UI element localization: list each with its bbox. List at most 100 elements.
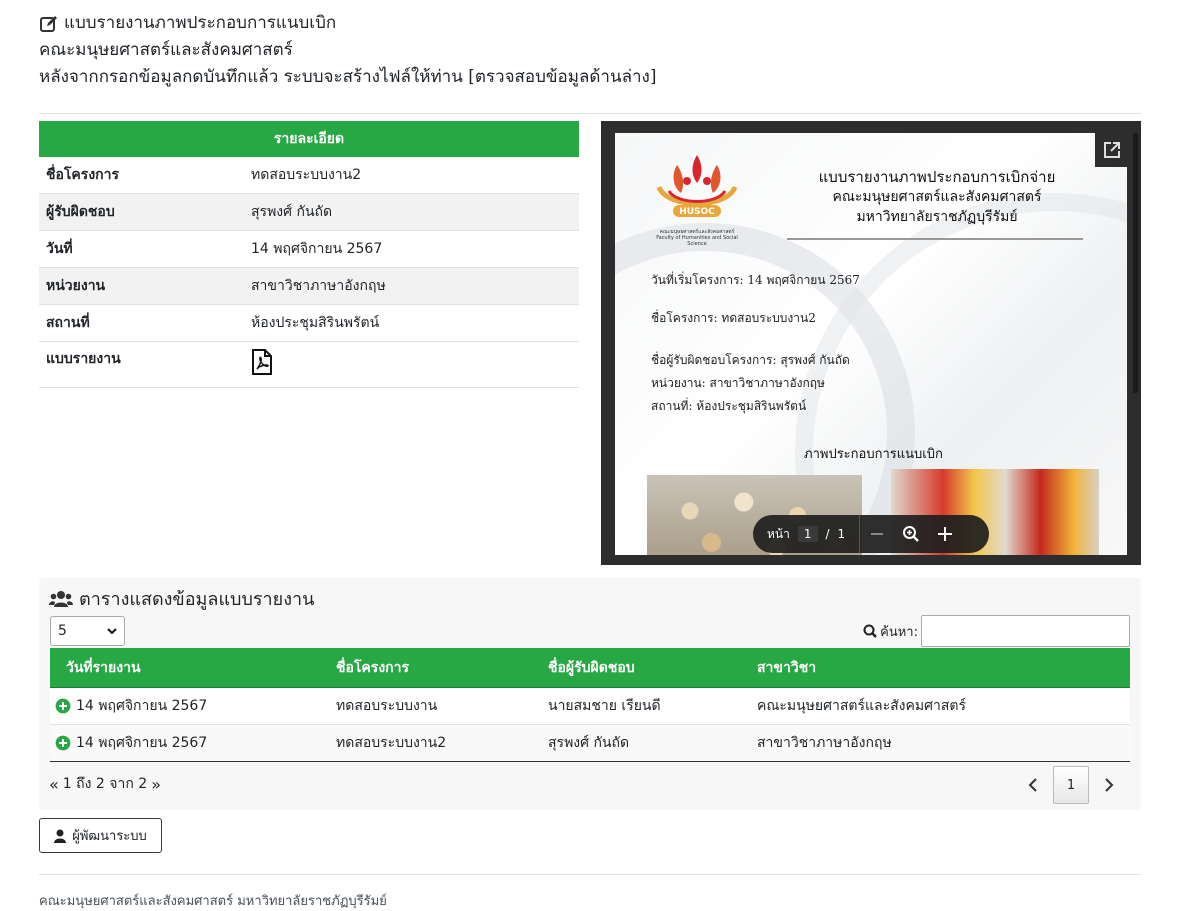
page-indicator: หน้า 1 / 1 bbox=[753, 525, 845, 544]
table-cell-project: ทดสอบระบบงาน2 bbox=[336, 735, 447, 751]
details-heading: รายละเอียด bbox=[39, 121, 579, 157]
users-icon bbox=[49, 590, 73, 607]
report-table-title-text: ตารางแสดงข้อมูลแบบรายงาน bbox=[79, 589, 315, 610]
report-table: วันที่รายงาน ชื่อโครงการ ชื่อผู้รับผิดชอ… bbox=[50, 648, 1130, 762]
table-cell-text: 14 พฤศจิกายน 2567 bbox=[76, 735, 208, 751]
details-label: สถานที่ bbox=[46, 315, 90, 331]
double-chevron-right-icon: » bbox=[151, 774, 161, 794]
divider bbox=[39, 113, 1141, 114]
details-label: วันที่ bbox=[46, 241, 73, 257]
column-header-department[interactable]: สาขาวิชา bbox=[757, 657, 1130, 679]
details-label: หน่วยงาน bbox=[46, 278, 106, 294]
viewer-toolbar: หน้า 1 / 1 bbox=[753, 515, 989, 553]
open-external-icon bbox=[1104, 142, 1120, 158]
table-info: « 1 ถึง 2 จาก 2 » bbox=[49, 773, 161, 795]
doc-title: แบบรายงานภาพประกอบการเบิกจ่าย คณะมนุษยศา… bbox=[787, 167, 1087, 227]
report-table-card: ตารางแสดงข้อมูลแบบรายงาน 5 ค้นหา: วันที่… bbox=[39, 578, 1141, 810]
plus-icon bbox=[938, 527, 953, 541]
zoom-in-button[interactable] bbox=[928, 515, 962, 553]
details-label: แบบรายงาน bbox=[46, 351, 121, 367]
page-separator: / bbox=[825, 527, 830, 541]
details-row-place: สถานที่ ห้องประชุมสิรินพรัตน์ bbox=[39, 305, 579, 342]
pdf-viewer[interactable]: HUSOC คณะมนุษยศาสตร์และสังคมศาสตร์ Facul… bbox=[601, 121, 1141, 565]
chevron-right-icon bbox=[1105, 778, 1114, 792]
table-cell-text: 14 พฤศจิกายน 2567 bbox=[76, 698, 208, 714]
zoom-icon bbox=[903, 526, 920, 542]
doc-unit: หน่วยงาน: สาขาวิชาภาษาอังกฤษ bbox=[651, 376, 825, 390]
details-value: สุรพงศ์ กันถัด bbox=[251, 204, 333, 220]
doc-place: สถานที่: ห้องประชุมสิรินพรัตน์ bbox=[651, 399, 807, 413]
pagination: 1 bbox=[1019, 766, 1123, 804]
doc-title-line: แบบรายงานภาพประกอบการเบิกจ่าย bbox=[818, 168, 1056, 186]
search-label: ค้นหา: bbox=[880, 624, 918, 640]
expand-row-icon[interactable] bbox=[54, 734, 72, 752]
doc-title-line: มหาวิทยาลัยราชภัฏบุรีรัมย์ bbox=[856, 209, 1018, 225]
table-cell-date: 14 พฤศจิกายน 2567 bbox=[50, 732, 336, 754]
zoom-out-button[interactable] bbox=[860, 515, 894, 553]
search-input[interactable] bbox=[921, 615, 1130, 647]
table-cell-project: ทดสอบระบบงาน bbox=[336, 698, 438, 714]
minus-icon bbox=[871, 533, 884, 535]
prev-page-button[interactable] bbox=[1019, 768, 1047, 802]
details-row-date: วันที่ 14 พฤศจิกายน 2567 bbox=[39, 231, 579, 268]
chevron-left-icon bbox=[1028, 778, 1037, 792]
instruction-text: หลังจากกรอกข้อมูลกดบันทึกแล้ว ระบบจะสร้า… bbox=[39, 67, 657, 87]
logo-caption: คณะมนุษยศาสตร์และสังคมศาสตร์ Faculty of … bbox=[647, 229, 747, 247]
details-label: ผู้รับผิดชอบ bbox=[46, 204, 115, 220]
details-value: สาขาวิชาภาษาอังกฤษ bbox=[251, 278, 386, 294]
pdf-page: HUSOC คณะมนุษยศาสตร์และสังคมศาสตร์ Facul… bbox=[615, 133, 1127, 555]
faculty-name: คณะมนุษยศาสตร์และสังคมศาสตร์ bbox=[39, 40, 293, 60]
page-header: แบบรายงานภาพประกอบการแนบเบิก คณะมนุษยศาส… bbox=[39, 10, 1141, 91]
details-value bbox=[251, 348, 579, 376]
table-row[interactable]: 14 พฤศจิกายน 2567 ทดสอบระบบงาน นายสมชาย … bbox=[50, 688, 1130, 725]
report-table-title: ตารางแสดงข้อมูลแบบรายงาน bbox=[49, 584, 314, 613]
details-table: รายละเอียด ชื่อโครงการ ทดสอบระบบงาน2 ผู้… bbox=[39, 121, 579, 388]
search-icon bbox=[863, 624, 878, 638]
husoc-logo-icon: HUSOC bbox=[656, 155, 738, 217]
pdf-file-icon[interactable] bbox=[251, 348, 273, 376]
doc-photos-heading: ภาพประกอบการแนบเบิก bbox=[804, 447, 943, 462]
page-title: แบบรายงานภาพประกอบการแนบเบิก bbox=[64, 13, 337, 33]
details-label: ชื่อโครงการ bbox=[46, 167, 120, 183]
double-chevron-left-icon: « bbox=[49, 774, 59, 794]
column-header-date[interactable]: วันที่รายงาน bbox=[50, 657, 336, 679]
details-value: ห้องประชุมสิรินพรัตน์ bbox=[251, 315, 380, 331]
page-size-value: 5 bbox=[58, 623, 67, 639]
next-page-button[interactable] bbox=[1095, 768, 1123, 802]
doc-project: ชื่อโครงการ: ทดสอบระบบงาน2 bbox=[651, 311, 816, 325]
page-size-select[interactable]: 5 bbox=[50, 616, 125, 646]
details-row-project: ชื่อโครงการ ทดสอบระบบงาน2 bbox=[39, 157, 579, 194]
table-info-text: 1 ถึง 2 จาก 2 bbox=[62, 776, 148, 792]
details-row-unit: หน่วยงาน สาขาวิชาภาษาอังกฤษ bbox=[39, 268, 579, 305]
zoom-reset-button[interactable] bbox=[894, 515, 928, 553]
chevron-down-icon bbox=[107, 628, 117, 635]
doc-title-rule bbox=[787, 238, 1083, 240]
table-cell-owner: สุรพงศ์ กันถัด bbox=[548, 735, 630, 751]
page-number-input[interactable]: 1 bbox=[797, 526, 818, 542]
page-total: 1 bbox=[837, 527, 846, 541]
doc-title-line: คณะมนุษยศาสตร์และสังคมศาสตร์ bbox=[832, 189, 1042, 205]
details-value: ทดสอบระบบงาน2 bbox=[251, 167, 362, 183]
edit-icon bbox=[40, 15, 57, 32]
details-row-report: แบบรายงาน bbox=[39, 342, 579, 388]
details-row-owner: ผู้รับผิดชอบ สุรพงศ์ กันถัด bbox=[39, 194, 579, 231]
page-1-button[interactable]: 1 bbox=[1053, 766, 1089, 804]
husoc-logo: HUSOC คณะมนุษยศาสตร์และสังคมศาสตร์ Facul… bbox=[647, 147, 747, 247]
table-row[interactable]: 14 พฤศจิกายน 2567 ทดสอบระบบงาน2 สุรพงศ์ … bbox=[50, 725, 1130, 762]
search-box: ค้นหา: bbox=[863, 615, 1130, 647]
page-title-row: แบบรายงานภาพประกอบการแนบเบิก bbox=[39, 10, 1141, 37]
popout-button[interactable] bbox=[1095, 133, 1129, 167]
expand-row-icon[interactable] bbox=[54, 697, 72, 715]
logo-caption-en: Faculty of Humanities and Social Science bbox=[656, 235, 738, 247]
viewer-scrollbar[interactable] bbox=[1133, 133, 1138, 393]
table-header: วันที่รายงาน ชื่อโครงการ ชื่อผู้รับผิดชอ… bbox=[50, 648, 1130, 688]
table-cell-department: สาขาวิชาภาษาอังกฤษ bbox=[757, 735, 892, 751]
footer-divider bbox=[39, 874, 1141, 875]
details-value: 14 พฤศจิกายน 2567 bbox=[251, 241, 383, 257]
doc-start-date: วันที่เริ่มโครงการ: 14 พฤศจิกายน 2567 bbox=[651, 273, 860, 287]
developer-button[interactable]: ผู้พัฒนาระบบ bbox=[39, 818, 162, 853]
page-label: หน้า bbox=[767, 526, 790, 541]
doc-owner: ชื่อผู้รับผิดชอบโครงการ: สุรพงศ์ กันถัด bbox=[651, 353, 850, 367]
column-header-project[interactable]: ชื่อโครงการ bbox=[336, 657, 548, 679]
column-header-owner[interactable]: ชื่อผู้รับผิดชอบ bbox=[548, 657, 757, 679]
